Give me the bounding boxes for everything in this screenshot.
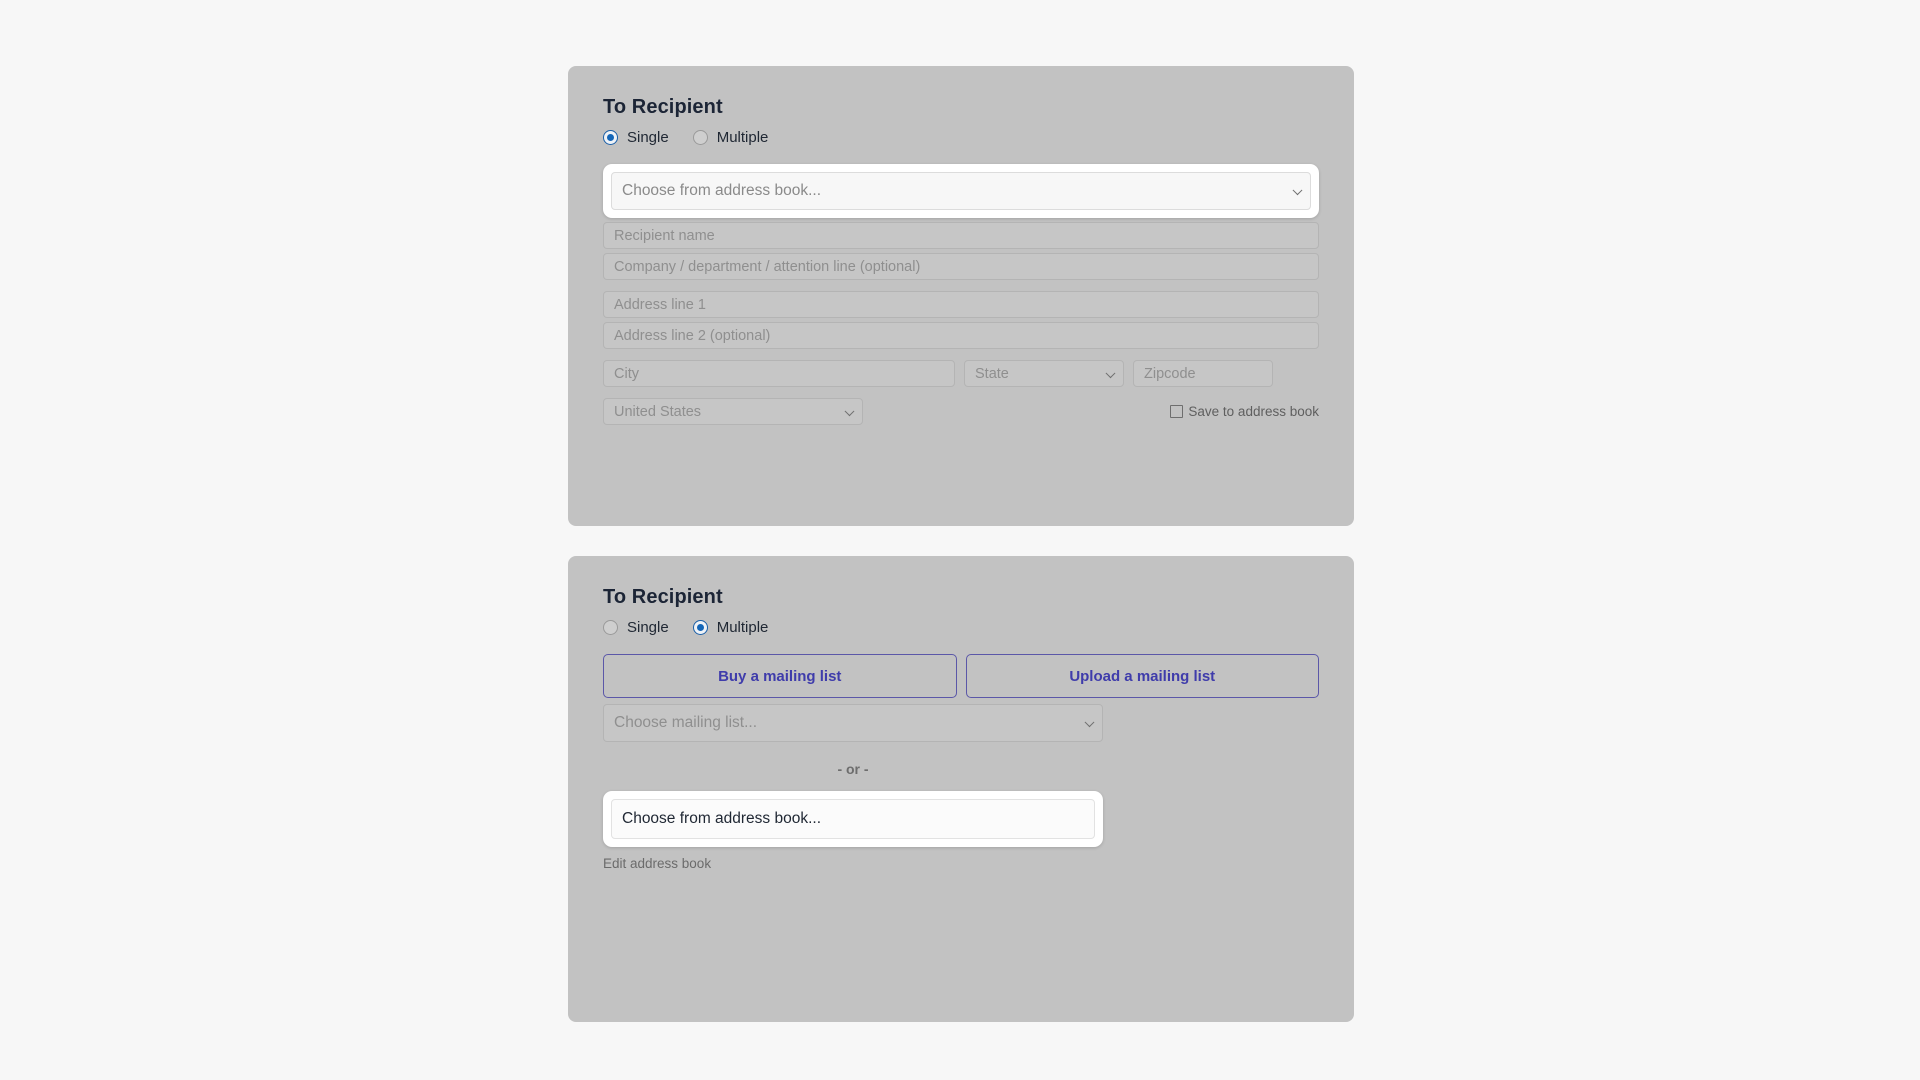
zipcode-field-wrap: Zipcode [1133, 360, 1273, 387]
choose-from-address-book-button[interactable]: Choose from address book... [611, 799, 1095, 839]
radio-label-multiple: Multiple [716, 619, 769, 636]
mailing-list-select[interactable]: Choose mailing list... [603, 704, 1103, 742]
company-department-placeholder: Company / department / attention line (o… [614, 258, 921, 275]
recipient-mode-radio-group: Single Multiple [603, 129, 1319, 146]
recipient-name-placeholder: Recipient name [614, 227, 715, 244]
city-state-zip-row: City State Zipcode [603, 360, 1319, 387]
radio-unselected-icon[interactable] [603, 620, 618, 635]
radio-label-single: Single [627, 619, 669, 636]
country-select[interactable]: United States [603, 398, 863, 425]
address-book-select[interactable]: Choose from address book... [611, 172, 1311, 210]
city-input[interactable]: City [603, 360, 955, 387]
edit-address-book-link[interactable]: Edit address book [603, 856, 711, 871]
state-select[interactable]: State [964, 360, 1124, 387]
zipcode-placeholder: Zipcode [1144, 365, 1196, 382]
radio-unselected-icon[interactable] [692, 130, 708, 145]
radio-option-multiple[interactable]: Multiple [692, 619, 769, 636]
to-recipient-multiple-panel: To Recipient Single Multiple Buy a maili… [568, 556, 1354, 1022]
address-book-button-focus-halo: Choose from address book... [603, 791, 1103, 847]
radio-selected-icon[interactable] [603, 130, 618, 145]
address-line-2-placeholder: Address line 2 (optional) [614, 327, 771, 344]
checkbox-icon[interactable] [1170, 405, 1184, 418]
page-title: To Recipient [603, 586, 723, 608]
radio-option-single[interactable]: Single [603, 129, 669, 146]
mailing-list-action-row: Buy a mailing list Upload a mailing list [603, 654, 1319, 698]
save-to-address-book-checkbox[interactable]: Save to address book [1170, 404, 1319, 419]
chevron-down-icon [844, 405, 855, 416]
country-save-row: United States Save to address book [603, 398, 1319, 425]
radio-option-multiple[interactable]: Multiple [692, 129, 769, 146]
address-book-select-placeholder: Choose from address book... [622, 182, 822, 199]
city-placeholder: City [614, 365, 639, 382]
to-recipient-single-panel: To Recipient Single Multiple Choose from… [568, 66, 1354, 526]
state-placeholder: State [975, 365, 1009, 382]
radio-option-single[interactable]: Single [603, 619, 669, 636]
country-field-wrap: United States [603, 398, 863, 425]
address-book-select-focus-halo: Choose from address book... [603, 164, 1319, 218]
chevron-down-icon [1292, 185, 1303, 196]
recipient-mode-radio-group: Single Multiple [603, 619, 1319, 636]
radio-selected-icon[interactable] [692, 620, 708, 635]
or-divider-label: - or - [837, 761, 869, 777]
address-line-1-placeholder: Address line 1 [614, 296, 706, 313]
chevron-down-icon [1105, 367, 1116, 378]
radio-label-multiple: Multiple [716, 129, 769, 146]
company-department-input[interactable]: Company / department / attention line (o… [603, 253, 1319, 280]
save-to-address-book-label: Save to address book [1188, 404, 1319, 419]
upload-mailing-list-button[interactable]: Upload a mailing list [965, 654, 1319, 698]
country-value: United States [614, 403, 702, 420]
state-field-wrap: State [964, 360, 1124, 387]
address-line-2-input[interactable]: Address line 2 (optional) [603, 322, 1319, 349]
buy-mailing-list-button[interactable]: Buy a mailing list [603, 654, 957, 698]
chevron-down-icon [1084, 717, 1095, 728]
page-title: To Recipient [603, 96, 723, 118]
app-page: To Recipient Single Multiple Choose from… [0, 0, 1920, 1080]
choose-from-address-book-label: Choose from address book... [622, 810, 822, 827]
radio-label-single: Single [627, 129, 669, 146]
address-line-1-input[interactable]: Address line 1 [603, 291, 1319, 318]
mailing-list-placeholder: Choose mailing list... [614, 714, 758, 731]
zipcode-input[interactable]: Zipcode [1133, 360, 1273, 387]
city-field-wrap: City [603, 360, 955, 387]
recipient-name-input[interactable]: Recipient name [603, 222, 1319, 249]
